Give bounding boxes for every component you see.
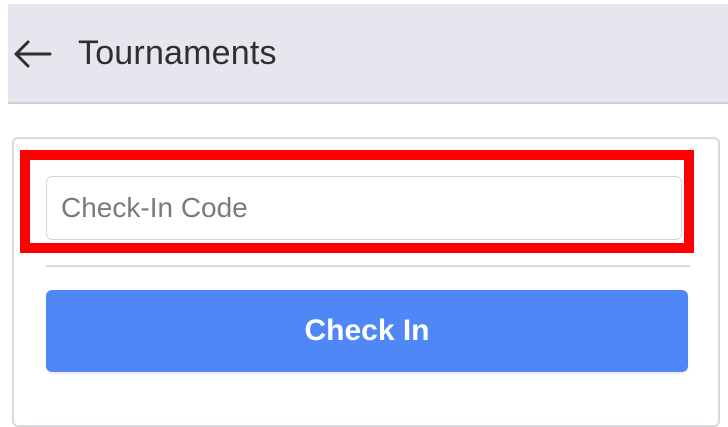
check-in-code-input[interactable]: [46, 176, 682, 240]
check-in-button[interactable]: Check In: [46, 290, 688, 372]
divider: [46, 265, 690, 267]
arrow-left-icon: [14, 40, 52, 68]
app-header: Tournaments: [8, 4, 728, 104]
page-title: Tournaments: [78, 34, 277, 72]
back-button[interactable]: [8, 30, 56, 78]
